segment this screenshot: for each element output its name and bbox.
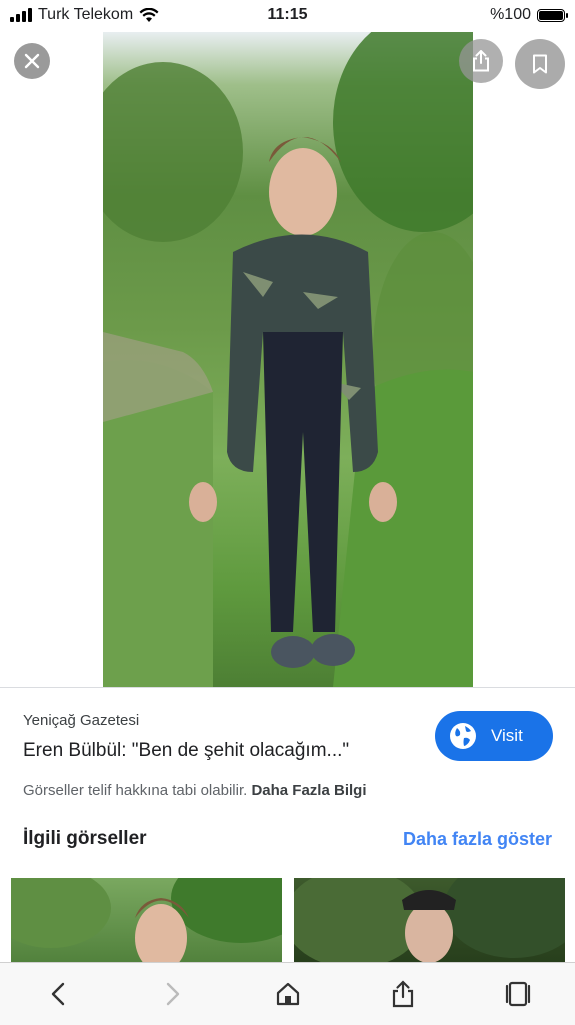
visit-button[interactable]: Visit — [435, 711, 553, 761]
related-thumbnail[interactable] — [294, 878, 565, 968]
battery-percent: %100 — [490, 6, 531, 23]
main-image[interactable] — [103, 32, 473, 687]
related-thumbnail[interactable] — [11, 878, 282, 968]
thumbnail-illustration — [294, 878, 565, 968]
photo-illustration — [103, 32, 473, 687]
home-icon — [276, 982, 299, 1006]
thumbnail-illustration — [11, 878, 282, 968]
tabs-button[interactable] — [498, 974, 538, 1014]
bookmark-button[interactable] — [515, 39, 565, 89]
browser-toolbar — [0, 962, 575, 1025]
back-button[interactable] — [38, 974, 78, 1014]
globe-icon — [450, 723, 476, 749]
share-icon — [392, 980, 413, 1008]
copyright-text: Görseller telif hakkına tabi olabilir. — [23, 782, 248, 799]
copyright-notice: Görseller telif hakkına tabi olabilir. D… — [23, 782, 366, 799]
home-button[interactable] — [268, 974, 308, 1014]
back-icon — [51, 982, 64, 1006]
close-icon — [24, 53, 40, 69]
image-viewer — [0, 32, 575, 687]
visit-label: Visit — [491, 726, 523, 745]
clock: 11:15 — [267, 6, 308, 23]
more-info-link[interactable]: Daha Fazla Bilgi — [251, 782, 366, 799]
image-caption[interactable]: Eren Bülbül: "Ben de şehit olacağım..." — [23, 740, 349, 762]
tabs-icon — [505, 981, 530, 1007]
close-button[interactable] — [14, 43, 50, 79]
toolbar-share-button[interactable] — [383, 974, 423, 1014]
bookmark-icon — [533, 54, 547, 74]
share-button[interactable] — [459, 39, 503, 83]
forward-icon — [166, 982, 179, 1006]
battery-icon — [537, 8, 568, 22]
share-icon — [473, 50, 489, 72]
related-images-title: İlgili görseller — [23, 828, 147, 849]
show-more-link[interactable]: Daha fazla göster — [403, 829, 552, 850]
status-right: %100 — [490, 6, 568, 24]
status-bar: Turk Telekom 11:15 %100 — [0, 0, 575, 32]
source-name: Yeniçağ Gazetesi — [23, 712, 140, 729]
divider — [0, 687, 575, 688]
forward-button[interactable] — [153, 974, 193, 1014]
